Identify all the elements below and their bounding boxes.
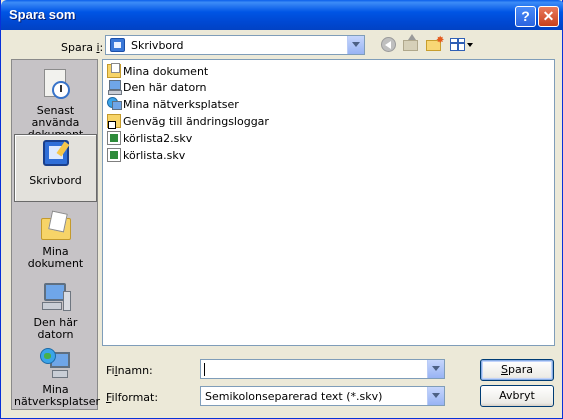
list-item[interactable]: Den här datorn [107,79,207,95]
place-label: Skrivbord [29,174,82,187]
skv-file-icon [107,131,121,145]
network-places-icon [39,348,72,380]
my-documents-icon [107,63,121,78]
desktop-icon [110,38,125,52]
up-folder-icon[interactable] [402,34,420,55]
recent-documents-icon [40,69,72,101]
list-item[interactable]: Mina nätverksplatser [107,96,239,112]
place-label: Mina nätverksplatser [14,383,101,408]
my-documents-icon [40,210,72,242]
save-in-value: Skrivbord [131,39,184,52]
views-menu-icon[interactable] [449,35,473,55]
file-list[interactable]: Mina dokument Den här datorn Mina nätver… [102,59,555,346]
filename-field[interactable] [200,359,445,379]
cancel-button[interactable]: Avbryt [480,385,554,407]
file-name: körlista.skv [123,148,186,162]
new-folder-icon[interactable]: ✸ [425,35,445,55]
place-desktop[interactable]: Skrivbord [14,134,97,202]
text-caret [204,363,205,376]
place-my-documents[interactable]: Mina dokument [14,206,97,274]
list-item[interactable]: Genväg till ändringsloggar [107,113,269,129]
file-name: Mina nätverksplatser [123,97,239,111]
filename-label: Filnamn: [106,364,153,377]
list-item[interactable]: körlista2.skv [107,130,192,146]
my-computer-icon [40,281,72,313]
place-network-places[interactable]: Mina nätverksplatser [14,346,101,410]
file-name: Den här datorn [123,80,207,94]
save-in-dropdown-button[interactable] [347,36,364,54]
place-recent-documents[interactable]: Senast använda dokument [14,65,97,141]
close-button[interactable]: ✕ [538,6,559,27]
filename-dropdown-button[interactable] [427,360,444,378]
skv-file-icon [107,148,121,162]
filetype-value: Semikolonseparerad text (*.skv) [205,390,383,403]
window-title: Spara som [9,7,76,22]
filetype-select[interactable]: Semikolonseparerad text (*.skv) [200,386,445,406]
place-my-computer[interactable]: Den här datorn [14,277,97,345]
desktop-icon [40,139,72,171]
save-button[interactable]: Spara [480,359,554,381]
filetype-label: Filformat: [106,391,159,404]
place-label: Mina dokument [27,245,84,270]
help-button[interactable]: ? [515,6,536,27]
title-bar: Spara som ? ✕ [1,0,563,30]
save-in-label: Spara i: [61,41,104,54]
shortcut-folder-icon [107,114,121,129]
my-computer-icon [107,80,122,95]
back-icon[interactable] [380,35,398,55]
list-item[interactable]: Mina dokument [107,63,208,79]
file-name: Mina dokument [123,64,209,78]
file-name: Genväg till ändringsloggar [123,114,269,128]
list-item[interactable]: körlista.skv [107,147,185,163]
place-label: Den här datorn [33,316,78,341]
save-in-combo[interactable]: Skrivbord [105,35,365,55]
file-name: körlista2.skv [123,131,193,145]
filetype-dropdown-button[interactable] [427,387,444,405]
network-places-icon [107,97,122,111]
places-bar: Senast använda dokument Skrivbord Mina d… [11,59,101,410]
save-as-dialog: Spara som ? ✕ Spara i: Skrivbord ✸ Senas… [0,0,563,419]
